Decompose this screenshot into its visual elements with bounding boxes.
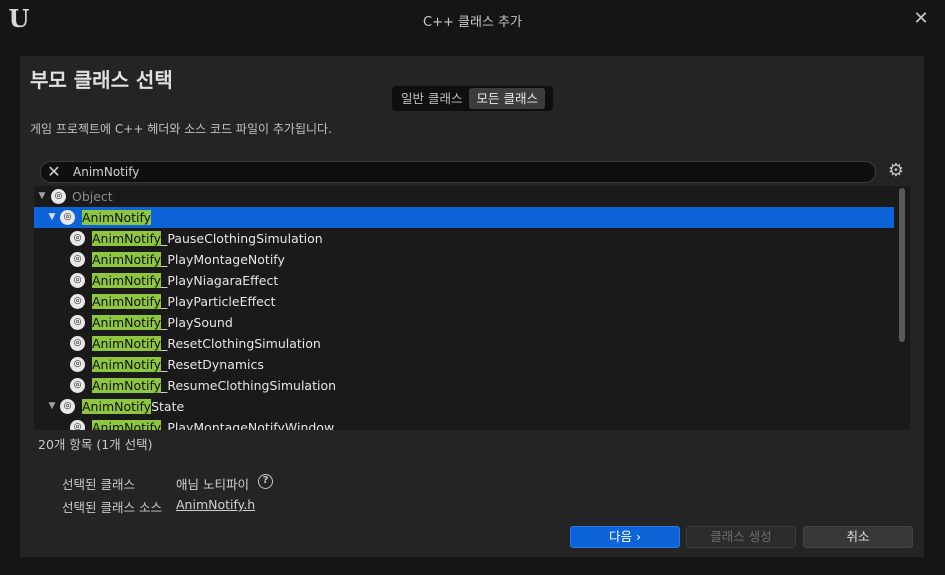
tree-row-selected[interactable]: ▼ ◎ AnimNotify: [34, 207, 894, 228]
item-count: 20개 항목 (1개 선택): [38, 437, 153, 452]
tree-row[interactable]: ▼ ◎ AnimNotifyState: [34, 396, 894, 417]
class-icon: ◎: [70, 378, 85, 393]
match-highlight: AnimNotify: [92, 315, 162, 330]
tree-row-label: AnimNotify_PlayParticleEffect: [92, 294, 276, 309]
match-highlight: AnimNotify: [92, 420, 162, 430]
class-icon: ◎: [70, 357, 85, 372]
window-title: C++ 클래스 추가: [423, 15, 522, 30]
class-icon: ◎: [70, 336, 85, 351]
tree-row[interactable]: ◎ AnimNotify_ResetClothingSimulation: [34, 333, 894, 354]
close-icon[interactable]: ✕: [911, 8, 931, 30]
match-highlight: AnimNotify: [82, 210, 152, 225]
class-icon: ◎: [70, 420, 85, 430]
tree-row-label: AnimNotify_PlayMontageNotifyWindow: [92, 417, 334, 430]
tree-row-label: AnimNotify_PlayNiagaraEffect: [92, 273, 279, 288]
create-class-button[interactable]: 클래스 생성: [686, 526, 796, 548]
tree-row-label: AnimNotify: [82, 207, 152, 228]
tree-row[interactable]: ◎ AnimNotify_ResetDynamics: [34, 354, 894, 375]
description-text: 게임 프로젝트에 C++ 헤더와 소스 코드 파일이 추가됩니다.: [30, 122, 332, 136]
class-tree: ▼ ◎ Object ▼ ◎ AnimNotify ◎ AnimNotify_P…: [34, 186, 910, 430]
tree-row[interactable]: ◎ AnimNotify_PlayMontageNotify: [34, 249, 894, 270]
selected-source-link[interactable]: AnimNotify.h: [176, 497, 255, 512]
tree-row[interactable]: ◎ AnimNotify_PlaySound: [34, 312, 894, 333]
tree-row[interactable]: ◎ AnimNotify_PauseClothingSimulation: [34, 228, 894, 249]
tab-all-classes[interactable]: 모든 클래스: [469, 88, 545, 109]
tree-scrollbar[interactable]: [898, 186, 906, 430]
match-highlight: AnimNotify: [82, 399, 152, 414]
help-icon[interactable]: ?: [258, 474, 273, 489]
tree-row-label: AnimNotify_ResumeClothingSimulation: [92, 378, 337, 393]
dialog-panel: 부모 클래스 선택 일반 클래스 모든 클래스 게임 프로젝트에 C++ 헤더와…: [20, 56, 924, 557]
class-icon: ◎: [70, 294, 85, 309]
match-highlight: AnimNotify: [92, 231, 162, 246]
match-highlight: AnimNotify: [92, 294, 162, 309]
tree-row[interactable]: ◎ AnimNotify_PlayParticleEffect: [34, 291, 894, 312]
search-box: ✕: [40, 161, 876, 183]
tree-row-label: AnimNotifyState: [82, 399, 185, 414]
selected-class-label: 선택된 클래스: [62, 477, 135, 492]
class-icon: ◎: [70, 273, 85, 288]
tab-common-classes[interactable]: 일반 클래스: [394, 88, 469, 109]
cancel-button[interactable]: 취소: [803, 526, 913, 548]
class-icon: ◎: [70, 231, 85, 246]
match-highlight: AnimNotify: [92, 252, 162, 267]
tree-row-label: AnimNotify_ResetClothingSimulation: [92, 336, 321, 351]
title-bar: U C++ 클래스 추가 ✕: [0, 0, 945, 40]
tree-row[interactable]: ◎ AnimNotify_ResumeClothingSimulation: [34, 375, 894, 396]
tree-row[interactable]: ◎ AnimNotify_PlayMontageNotifyWindow: [34, 417, 894, 430]
class-icon: ◎: [60, 399, 75, 414]
gear-icon[interactable]: ⚙: [886, 161, 906, 181]
tree-row-label: AnimNotify_ResetDynamics: [92, 357, 264, 372]
match-highlight: AnimNotify: [92, 357, 162, 372]
class-icon: ◎: [70, 252, 85, 267]
match-highlight: AnimNotify: [92, 336, 162, 351]
page-title: 부모 클래스 선택: [30, 68, 173, 92]
collapse-arrow-icon[interactable]: ▼: [36, 186, 48, 207]
tree-row-label: AnimNotify_PauseClothingSimulation: [92, 231, 323, 246]
class-filter-toggle: 일반 클래스 모든 클래스: [392, 86, 553, 111]
selected-class-value: 애님 노티파이: [176, 477, 249, 492]
class-icon: ◎: [70, 315, 85, 330]
tree-row-root[interactable]: ▼ ◎ Object: [34, 186, 894, 207]
search-input[interactable]: [73, 163, 853, 181]
collapse-arrow-icon[interactable]: ▼: [46, 207, 58, 228]
match-highlight: AnimNotify: [92, 378, 162, 393]
tree-row-label: Object: [72, 189, 113, 204]
clear-search-icon[interactable]: ✕: [45, 162, 63, 182]
collapse-arrow-icon[interactable]: ▼: [46, 396, 58, 417]
tree-row-label: AnimNotify_PlaySound: [92, 315, 233, 330]
class-icon: ◎: [60, 210, 75, 225]
class-icon: ◎: [51, 189, 66, 204]
tree-row-label: AnimNotify_PlayMontageNotify: [92, 252, 285, 267]
scrollbar-thumb[interactable]: [899, 188, 905, 342]
next-button[interactable]: 다음 ›: [570, 526, 680, 548]
match-highlight: AnimNotify: [92, 273, 162, 288]
tree-row[interactable]: ◎ AnimNotify_PlayNiagaraEffect: [34, 270, 894, 291]
selected-source-label: 선택된 클래스 소스: [62, 500, 162, 515]
